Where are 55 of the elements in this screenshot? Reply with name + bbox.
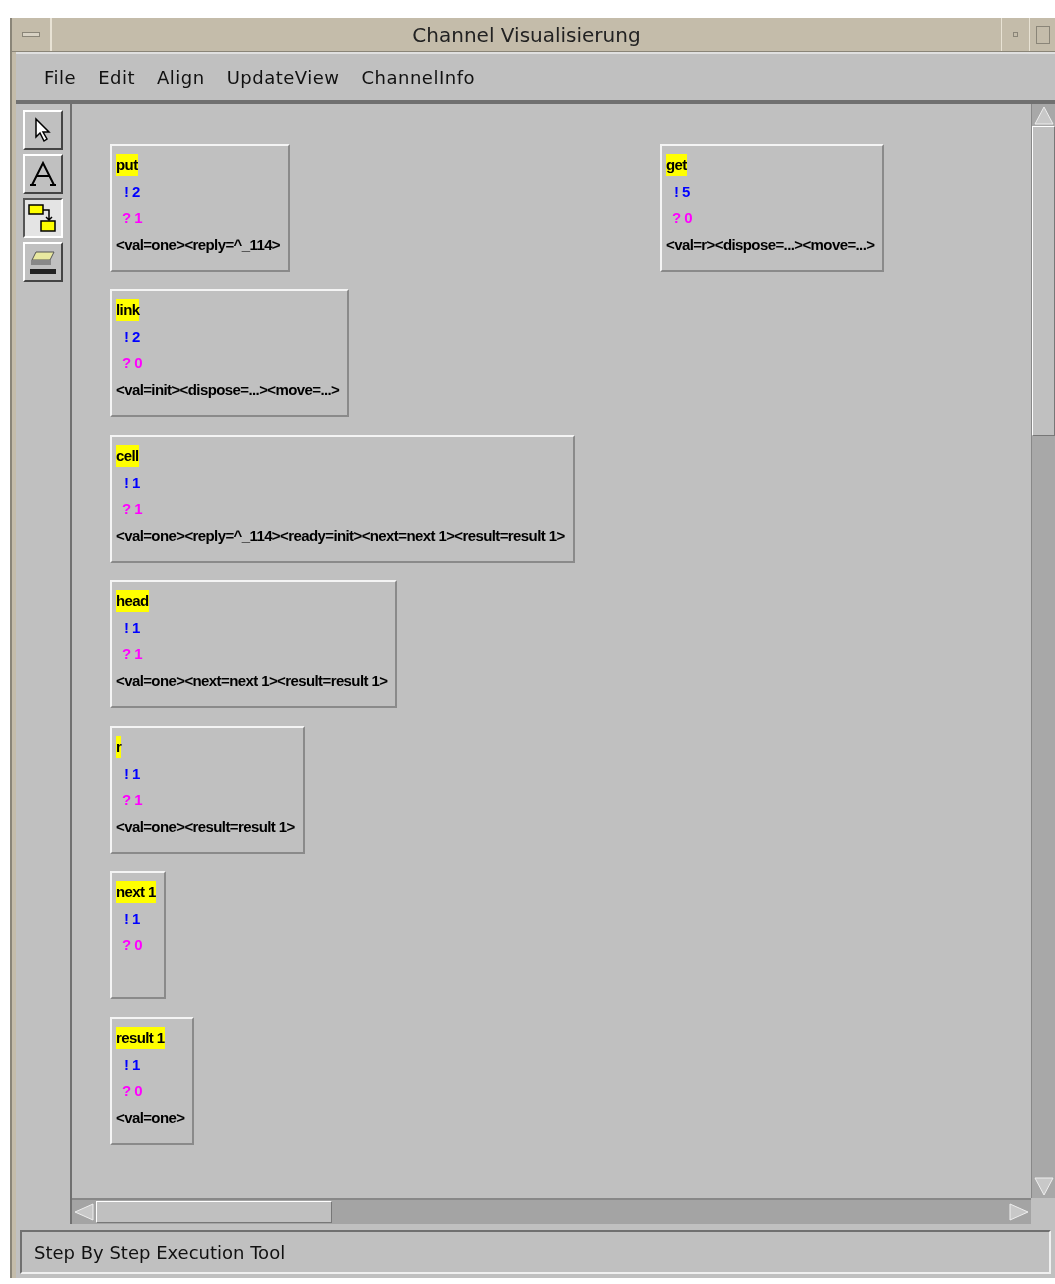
channel-values: <val=r><dispose=...><move=...> (666, 235, 875, 255)
channel-box[interactable]: r ! 1 ? 1 <val=one><result=result 1> (110, 726, 305, 854)
tool-button[interactable] (23, 198, 63, 238)
right-arrow-icon (1007, 1201, 1031, 1223)
channel-name: get (666, 154, 687, 176)
down-arrow-icon (1032, 1176, 1055, 1198)
window-title: Channel Visualisierung (412, 21, 641, 49)
send-count: ! 1 (123, 764, 140, 784)
receive-count: ? 1 (121, 208, 142, 228)
menu-item[interactable]: File (44, 63, 77, 91)
channel-values: <val=one><result=result 1> (116, 817, 295, 837)
channel-values: <val=one><reply=^_114> (116, 235, 281, 255)
channel-values: <val=init><dispose=...><move=...> (116, 380, 340, 400)
channel-name: head (116, 590, 149, 612)
menu-item[interactable]: Align (157, 63, 205, 91)
receive-count: ? 1 (121, 499, 142, 519)
channel-box[interactable]: cell ! 1 ? 1 <val=one><reply=^_114><ready=init><next=next 1><result=result 1> (110, 435, 575, 563)
send-count: ! 1 (123, 1055, 140, 1075)
receive-count: ? 1 (121, 644, 142, 664)
channel-values: <val=one> (116, 1108, 185, 1128)
vertical-scrollbar[interactable] (1031, 104, 1055, 1198)
send-count: ! 2 (123, 327, 140, 347)
send-count: ! 2 (123, 182, 140, 202)
send-count: ! 1 (123, 909, 140, 929)
send-count: ! 1 (123, 473, 140, 493)
left-arrow-icon (72, 1201, 96, 1223)
channel-box[interactable]: get ! 5 ? 0 <val=r><dispose=...><move=...> (660, 144, 885, 272)
receive-count: ? 0 (121, 353, 142, 373)
horizontal-scrollbar[interactable] (72, 1198, 1031, 1224)
channel-box[interactable]: next 1 ! 1 ? 0 (110, 871, 166, 999)
channel-values: <val=one><reply=^_114><ready=init><next=next 1><result=result 1> (116, 526, 565, 546)
up-arrow-icon (1032, 104, 1055, 126)
channel-box[interactable]: put ! 2 ? 1 <val=one><reply=^_114> (110, 144, 291, 272)
channel-box[interactable]: head ! 1 ? 1 <val=one><next=next 1><result=result 1> (110, 580, 398, 708)
send-count: ! 5 (673, 182, 690, 202)
channel-name: r (116, 736, 122, 758)
pointer-icon (33, 117, 53, 143)
letter-icon (29, 161, 57, 187)
receive-count: ? 1 (121, 790, 142, 810)
menu-item[interactable]: ChannelInfo (361, 63, 475, 91)
eraser-icon (28, 248, 58, 276)
receive-count: ? 0 (121, 1081, 142, 1101)
menu-item[interactable]: Edit (98, 63, 135, 91)
channel-box[interactable]: result 1 ! 1 ? 0 <val=one> (110, 1017, 195, 1145)
channel-values: <val=one><next=next 1><result=result 1> (116, 671, 388, 691)
send-count: ! 1 (123, 618, 140, 638)
connected-boxes-icon (27, 203, 59, 233)
channel-name: put (116, 154, 138, 176)
channel-name: next 1 (116, 881, 156, 903)
channel-name: cell (116, 445, 139, 467)
menu-item[interactable]: UpdateView (226, 63, 340, 91)
channel-name: result 1 (116, 1027, 165, 1049)
status-text: Step By Step Execution Tool (34, 1240, 286, 1265)
receive-count: ? 0 (671, 208, 692, 228)
receive-count: ? 0 (121, 935, 142, 955)
